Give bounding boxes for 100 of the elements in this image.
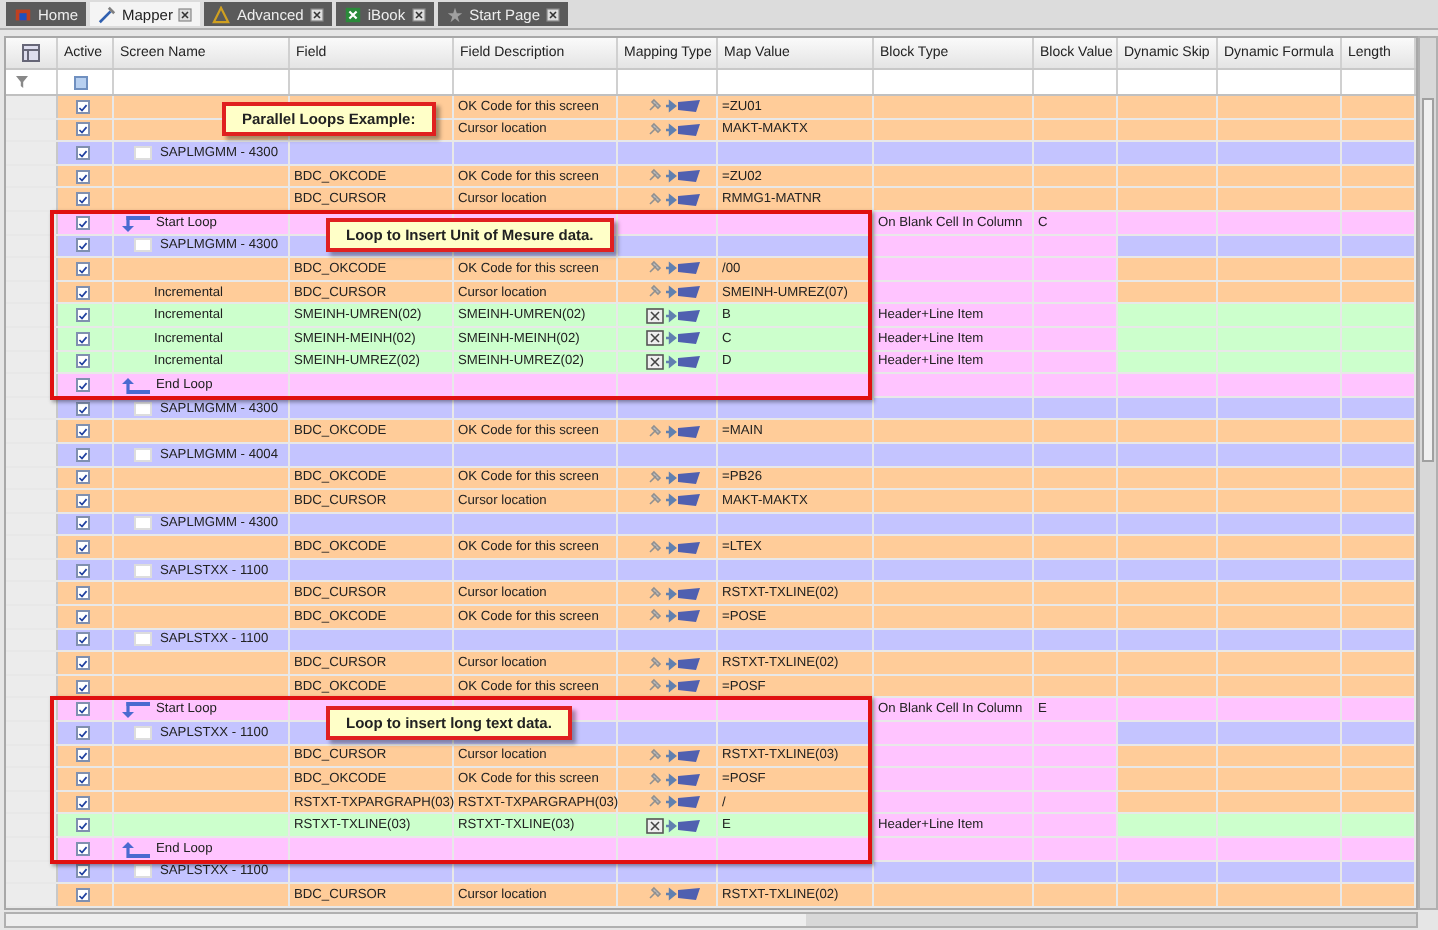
checkbox[interactable] — [76, 563, 90, 578]
table-cell — [1034, 814, 1118, 836]
loop-start-arrow-icon — [122, 215, 150, 232]
checkbox[interactable] — [76, 864, 90, 879]
checkbox[interactable] — [76, 122, 90, 137]
filter-checkbox-icon[interactable] — [74, 75, 88, 89]
pin-arrow-icon — [646, 655, 702, 672]
screen-icon — [134, 145, 152, 160]
pin-arrow-icon — [646, 423, 702, 440]
row-header[interactable] — [6, 814, 58, 836]
tab-icon — [343, 5, 362, 23]
checkbox[interactable] — [76, 401, 90, 416]
horizontal-scrollbar[interactable] — [4, 911, 1418, 928]
sheet-arrow-icon — [646, 817, 702, 834]
table-cell — [1034, 791, 1118, 813]
screen-icon — [134, 401, 152, 416]
pin-arrow-icon — [646, 678, 702, 695]
checkbox[interactable] — [76, 656, 90, 671]
close-icon[interactable] — [411, 7, 426, 21]
checkbox[interactable] — [76, 447, 90, 462]
checkbox[interactable] — [76, 192, 90, 207]
row-header[interactable] — [6, 698, 58, 721]
tab-icon — [212, 5, 231, 23]
vertical-scrollbar[interactable] — [1418, 36, 1438, 910]
checkbox[interactable] — [76, 169, 90, 184]
checkbox[interactable] — [76, 516, 90, 531]
table-cell — [1034, 304, 1118, 326]
checkbox[interactable] — [76, 795, 90, 810]
loop-end-arrow-icon — [122, 841, 150, 858]
screen-icon — [134, 725, 152, 740]
tab-icon — [445, 5, 464, 23]
screen-icon — [134, 563, 152, 578]
sheet-arrow-icon — [646, 353, 702, 370]
checkbox[interactable] — [76, 540, 90, 555]
pin-arrow-icon — [646, 284, 702, 301]
filter-icon[interactable] — [16, 76, 28, 88]
pin-arrow-icon — [646, 886, 702, 903]
pin-arrow-icon — [646, 747, 702, 764]
checkbox[interactable] — [76, 238, 90, 253]
loop-start-arrow-icon — [122, 702, 150, 719]
row-header[interactable] — [6, 768, 58, 790]
checkbox[interactable] — [76, 679, 90, 694]
checkbox[interactable] — [76, 470, 90, 485]
row-header[interactable] — [6, 838, 58, 860]
screen-icon — [134, 632, 152, 647]
pin-arrow-icon — [646, 539, 702, 556]
table-cell — [1034, 722, 1118, 744]
checkbox[interactable] — [76, 285, 90, 300]
tab-icon — [98, 5, 117, 23]
screen-icon — [134, 447, 152, 462]
checkbox[interactable] — [76, 772, 90, 787]
pin-arrow-icon — [646, 608, 702, 625]
loop-end-arrow-icon — [122, 377, 150, 394]
checkbox[interactable] — [76, 887, 90, 902]
pin-arrow-icon — [646, 260, 702, 277]
row-header[interactable] — [6, 374, 58, 396]
checkbox[interactable] — [76, 145, 90, 160]
screen-icon — [134, 516, 152, 531]
pin-arrow-icon — [646, 121, 702, 138]
checkbox[interactable] — [76, 377, 90, 392]
checkbox[interactable] — [76, 493, 90, 508]
checkbox[interactable] — [76, 424, 90, 439]
row-header[interactable] — [6, 304, 58, 326]
close-icon[interactable] — [309, 7, 324, 21]
row-header[interactable] — [6, 722, 58, 744]
pin-arrow-icon — [646, 585, 702, 602]
pin-arrow-icon — [646, 168, 702, 185]
row-header[interactable] — [6, 258, 58, 280]
checkbox[interactable] — [76, 586, 90, 601]
table-cell — [1034, 351, 1118, 373]
checkbox[interactable] — [76, 215, 90, 230]
checkbox[interactable] — [76, 609, 90, 624]
checkbox[interactable] — [76, 354, 90, 369]
table-cell — [1034, 258, 1118, 280]
sheet-arrow-icon — [646, 307, 702, 324]
checkbox[interactable] — [76, 748, 90, 763]
screen-icon — [134, 238, 152, 253]
checkbox[interactable] — [76, 725, 90, 740]
close-icon[interactable] — [546, 7, 561, 21]
checkbox[interactable] — [76, 99, 90, 114]
checkbox[interactable] — [76, 702, 90, 717]
table-cell — [1034, 327, 1118, 350]
checkbox[interactable] — [76, 632, 90, 647]
table-cell — [1034, 745, 1118, 767]
checkbox[interactable] — [76, 261, 90, 276]
table-cell — [1034, 281, 1118, 303]
checkbox[interactable] — [76, 331, 90, 346]
checkbox[interactable] — [76, 818, 90, 833]
tab-icon — [14, 5, 32, 23]
checkbox[interactable] — [76, 308, 90, 323]
table-cell — [1034, 235, 1118, 257]
table-settings-icon[interactable] — [22, 44, 40, 62]
pin-arrow-icon — [646, 191, 702, 208]
pin-arrow-icon — [646, 794, 702, 811]
pin-arrow-icon — [646, 492, 702, 509]
table-cell — [1034, 768, 1118, 790]
screen-icon — [134, 864, 152, 879]
close-icon[interactable] — [178, 7, 193, 21]
checkbox[interactable] — [76, 841, 90, 856]
sheet-arrow-icon — [646, 330, 702, 347]
